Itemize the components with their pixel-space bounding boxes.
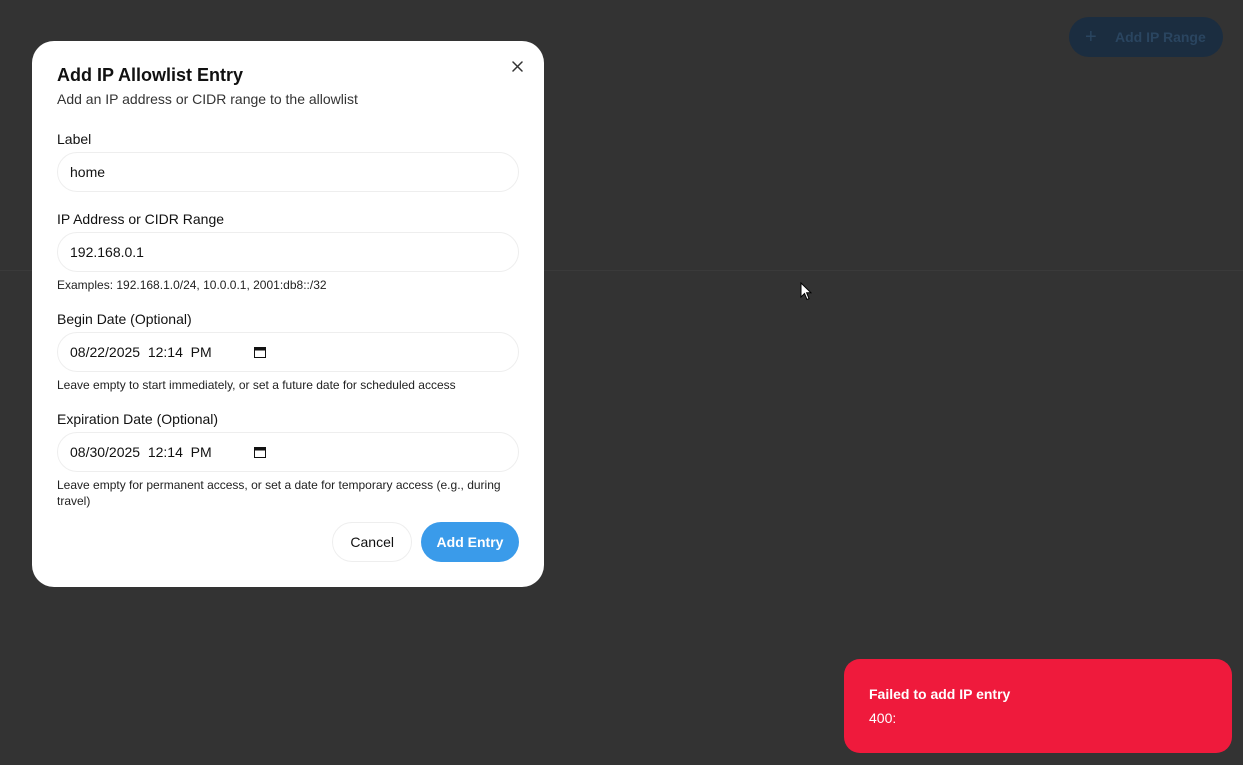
toast-title: Failed to add IP entry bbox=[869, 686, 1011, 702]
begin-date-input[interactable]: 08/22/2025 12:14 PM bbox=[57, 332, 519, 372]
ip-field-label: IP Address or CIDR Range bbox=[57, 211, 225, 227]
expiration-date-field-group: Expiration Date (Optional) 08/30/2025 12… bbox=[57, 410, 519, 509]
expiration-date-value: 08/30/2025 12:14 PM bbox=[70, 444, 212, 460]
expiration-date-help-text: Leave empty for permanent access, or set… bbox=[57, 478, 501, 508]
close-icon bbox=[511, 60, 523, 72]
begin-date-help-text: Leave empty to start immediately, or set… bbox=[57, 378, 456, 392]
label-field-label: Label bbox=[57, 131, 92, 147]
add-ip-range-label: Add IP Range bbox=[1115, 29, 1206, 45]
calendar-icon[interactable] bbox=[254, 446, 266, 458]
dialog-title: Add IP Allowlist Entry bbox=[57, 65, 244, 85]
dialog-actions: Cancel Add Entry bbox=[332, 522, 519, 562]
ip-help-text: Examples: 192.168.1.0/24, 10.0.0.1, 2001… bbox=[57, 278, 327, 292]
expiration-date-input[interactable]: 08/30/2025 12:14 PM bbox=[57, 432, 519, 472]
begin-date-label: Begin Date (Optional) bbox=[57, 311, 192, 327]
expiration-date-label: Expiration Date (Optional) bbox=[57, 411, 219, 427]
add-ip-range-button: + Add IP Range bbox=[1069, 17, 1223, 57]
ip-input[interactable]: 192.168.0.1 bbox=[57, 232, 519, 272]
error-toast[interactable]: Failed to add IP entry 400: bbox=[844, 659, 1232, 753]
begin-date-field-group: Begin Date (Optional) 08/22/2025 12:14 P… bbox=[57, 310, 519, 393]
mouse-cursor-icon bbox=[800, 282, 812, 301]
label-input-value: home bbox=[70, 164, 106, 180]
dialog-subtitle: Add an IP address or CIDR range to the a… bbox=[57, 91, 358, 107]
begin-date-value: 08/22/2025 12:14 PM bbox=[70, 344, 212, 360]
ip-field-group: IP Address or CIDR Range 192.168.0.1 Exa… bbox=[57, 210, 519, 293]
ip-input-value: 192.168.0.1 bbox=[70, 244, 144, 260]
label-field-group: Label home bbox=[57, 130, 519, 192]
add-entry-button[interactable]: Add Entry bbox=[421, 522, 519, 562]
label-input[interactable]: home bbox=[57, 152, 519, 192]
toast-message: 400: bbox=[869, 710, 897, 726]
cancel-button[interactable]: Cancel bbox=[332, 522, 412, 562]
close-button[interactable] bbox=[508, 57, 526, 75]
add-ip-dialog: Add IP Allowlist Entry Add an IP address… bbox=[32, 41, 544, 587]
calendar-icon[interactable] bbox=[254, 346, 266, 358]
plus-icon: + bbox=[1085, 25, 1097, 48]
